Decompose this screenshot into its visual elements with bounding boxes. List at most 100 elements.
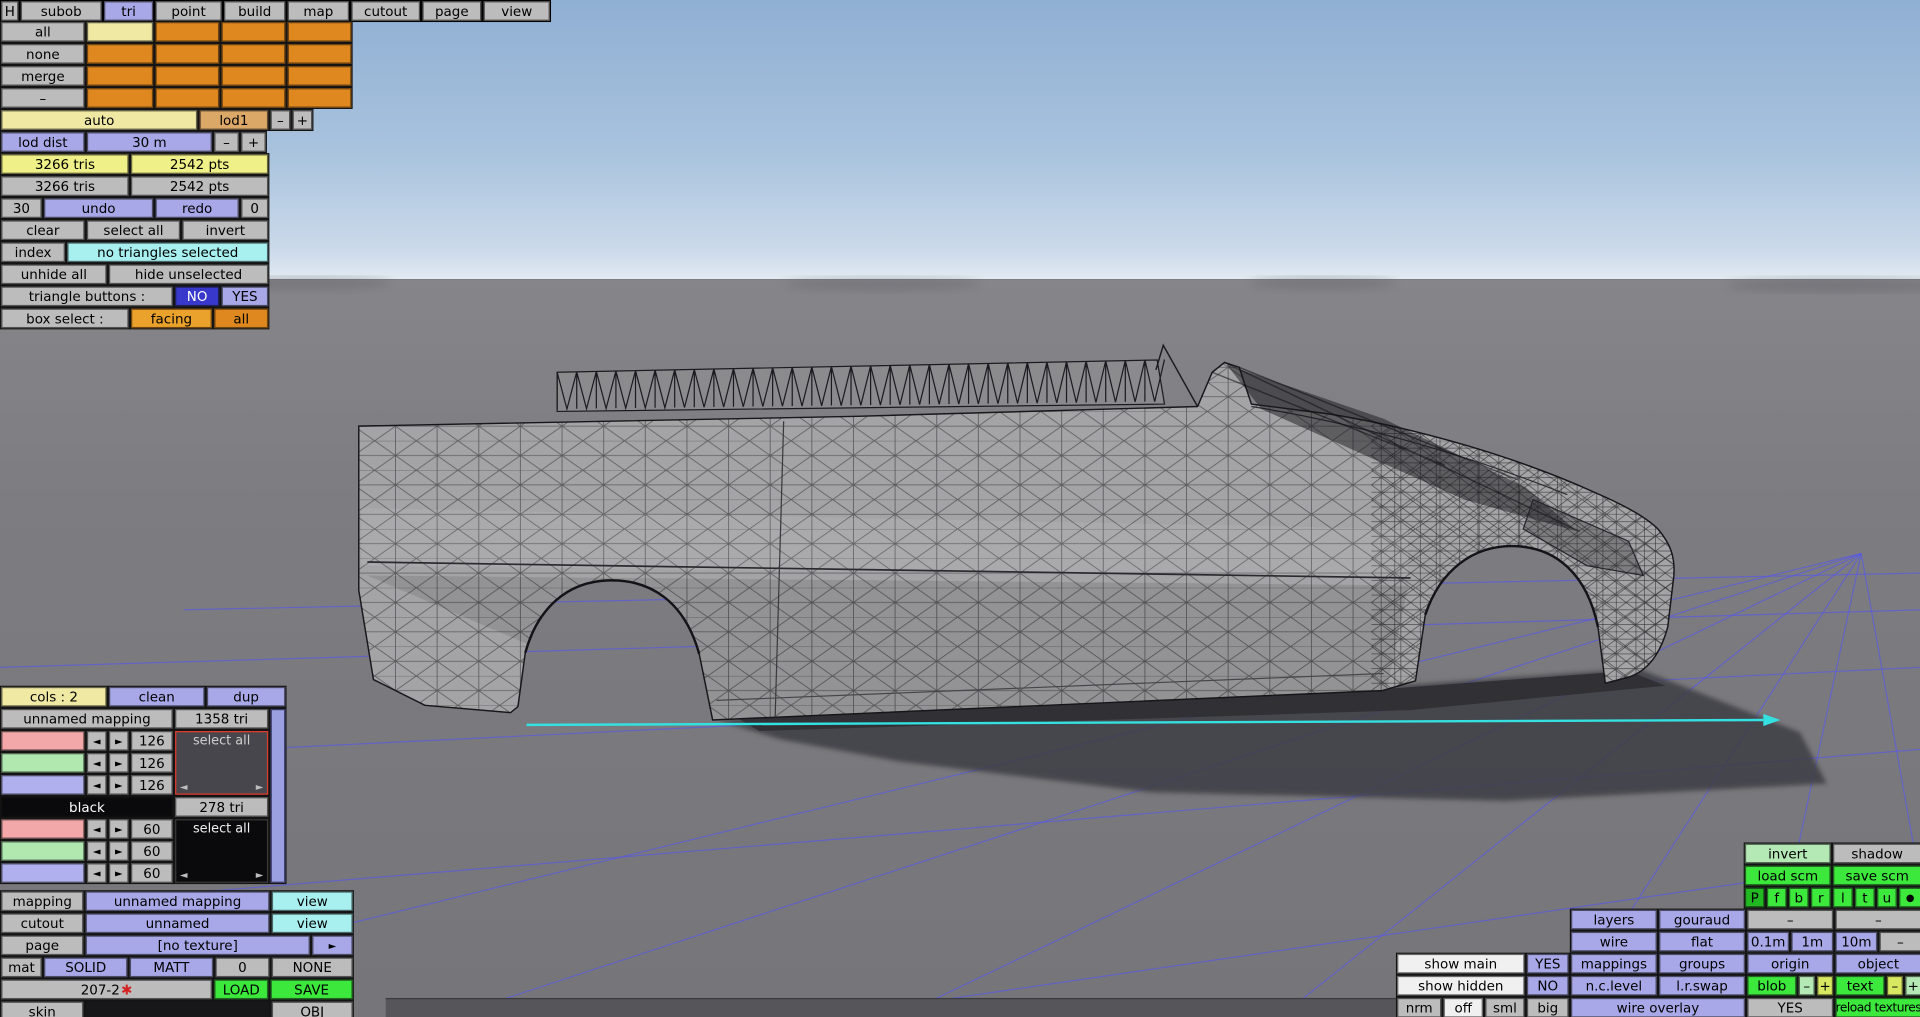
subobject-cell[interactable] xyxy=(86,66,154,86)
view-right-button[interactable]: r xyxy=(1811,887,1831,908)
nrm-sml-button[interactable]: sml xyxy=(1485,997,1525,1017)
subobject-cell[interactable] xyxy=(86,88,154,108)
origin-button[interactable]: origin xyxy=(1747,953,1834,974)
blob-plus-button[interactable]: + xyxy=(1817,975,1834,996)
dup-button[interactable]: dup xyxy=(206,686,286,707)
grid-10m-button[interactable]: 10m xyxy=(1835,931,1878,952)
subob-all-button[interactable]: all xyxy=(1,22,85,42)
show-hidden-toggle[interactable]: NO xyxy=(1526,975,1569,996)
redo-button[interactable]: redo xyxy=(155,198,239,218)
subobject-cell[interactable] xyxy=(155,88,220,108)
blob-button[interactable]: blob xyxy=(1747,975,1797,996)
text-button[interactable]: text xyxy=(1835,975,1885,996)
show-main-toggle[interactable]: YES xyxy=(1526,953,1569,974)
lod-dist-value[interactable]: 30 m xyxy=(86,132,212,152)
nrm-off-button[interactable]: off xyxy=(1443,997,1483,1017)
channel-color-swatch[interactable] xyxy=(1,731,85,751)
file-name-field[interactable]: 207-2 ✱ xyxy=(1,979,212,1000)
channel-decrement-button[interactable]: ◄ xyxy=(86,863,107,883)
subobject-cell[interactable] xyxy=(287,22,352,42)
index-button[interactable]: index xyxy=(1,242,65,263)
unhide-all-button[interactable]: unhide all xyxy=(1,264,107,285)
box-select-all[interactable]: all xyxy=(214,308,269,329)
channel-increment-button[interactable]: ► xyxy=(108,863,129,883)
mapping-group-name[interactable]: unnamed mapping xyxy=(1,708,173,729)
mapping-group-name[interactable]: black xyxy=(1,797,173,817)
shadow-button[interactable]: shadow xyxy=(1833,843,1920,864)
channel-color-swatch[interactable] xyxy=(1,819,85,839)
save-button[interactable]: SAVE xyxy=(270,979,353,1000)
page-next-button[interactable]: ► xyxy=(312,935,353,956)
menu-tab-subob[interactable]: subob xyxy=(20,1,102,21)
page-value-button[interactable]: [no texture] xyxy=(85,935,310,956)
nrm-big-button[interactable]: big xyxy=(1526,997,1569,1017)
cols-button[interactable]: cols : 2 xyxy=(1,686,107,707)
invert-shading-button[interactable]: invert xyxy=(1744,843,1831,864)
subobject-cell[interactable] xyxy=(155,66,220,86)
lod-minus-button[interactable]: – xyxy=(270,110,291,130)
channel-color-swatch[interactable] xyxy=(1,753,85,773)
channel-color-swatch[interactable] xyxy=(1,863,85,883)
menu-tab-build[interactable]: build xyxy=(224,1,286,21)
subobject-cell[interactable] xyxy=(287,44,352,64)
mat-solid-button[interactable]: SOLID xyxy=(44,957,128,978)
lod-auto-button[interactable]: auto xyxy=(1,110,198,130)
subobject-cell[interactable] xyxy=(86,44,154,64)
subobject-cell[interactable] xyxy=(287,88,352,108)
group-select-all-button[interactable]: select all ◄ ► xyxy=(175,819,269,883)
triangle-buttons-no[interactable]: NO xyxy=(175,286,220,307)
clear-button[interactable]: clear xyxy=(1,220,85,241)
viewport-3d[interactable] xyxy=(0,0,1920,1017)
subobject-cell-selected[interactable] xyxy=(86,22,154,42)
menu-tab-view[interactable]: view xyxy=(483,1,550,21)
reload-textures-button[interactable]: reload textures xyxy=(1835,997,1920,1017)
subob-merge-button[interactable]: merge xyxy=(1,66,85,86)
wire-overlay-toggle[interactable]: YES xyxy=(1747,997,1834,1017)
subobject-cell[interactable] xyxy=(221,44,286,64)
subobject-cell[interactable] xyxy=(221,66,286,86)
subobject-cell[interactable] xyxy=(221,22,286,42)
object-button[interactable]: object xyxy=(1835,953,1920,974)
lod-plus-button[interactable]: + xyxy=(292,110,313,130)
mapping-value-button[interactable]: unnamed mapping xyxy=(85,891,270,912)
lod-dist-plus-button[interactable]: + xyxy=(241,132,266,152)
mapping-scrollbar[interactable] xyxy=(270,708,286,883)
skin-button[interactable]: skin xyxy=(1,1001,84,1017)
cutout-view-button[interactable]: view xyxy=(271,913,353,934)
view-top-button[interactable]: t xyxy=(1855,887,1875,908)
channel-increment-button[interactable]: ► xyxy=(108,731,129,751)
layers-button[interactable]: layers xyxy=(1571,909,1657,930)
channel-color-swatch[interactable] xyxy=(1,775,85,795)
channel-decrement-button[interactable]: ◄ xyxy=(86,731,107,751)
lod-dist-minus-button[interactable]: – xyxy=(214,132,239,152)
channel-decrement-button[interactable]: ◄ xyxy=(86,819,107,839)
view-perspective-button[interactable]: P xyxy=(1744,887,1765,908)
menu-h-button[interactable]: H xyxy=(1,1,19,21)
lod-level-button[interactable]: lod1 xyxy=(199,110,269,130)
wire-overlay-button[interactable]: wire overlay xyxy=(1571,997,1745,1017)
mat-none-button[interactable]: NONE xyxy=(271,957,353,978)
text-minus-button[interactable]: – xyxy=(1886,975,1903,996)
grid-dash-button[interactable]: – xyxy=(1879,931,1920,952)
load-button[interactable]: LOAD xyxy=(214,979,269,1000)
lr-swap-button[interactable]: l.r.swap xyxy=(1659,975,1745,996)
menu-tab-cutout[interactable]: cutout xyxy=(351,1,421,21)
view-back-button[interactable]: b xyxy=(1788,887,1809,908)
channel-decrement-button[interactable]: ◄ xyxy=(86,775,107,795)
view-dot-button[interactable]: ● xyxy=(1899,887,1920,908)
gouraud-button[interactable]: gouraud xyxy=(1659,909,1745,930)
channel-increment-button[interactable]: ► xyxy=(108,841,129,861)
invert-button[interactable]: invert xyxy=(182,220,269,241)
blob-minus-button[interactable]: – xyxy=(1798,975,1815,996)
group-next-icon[interactable]: ► xyxy=(256,781,264,792)
text-plus-button[interactable]: + xyxy=(1905,975,1920,996)
hide-unselected-button[interactable]: hide unselected xyxy=(108,264,269,285)
view-under-button[interactable]: u xyxy=(1877,887,1897,908)
channel-increment-button[interactable]: ► xyxy=(108,819,129,839)
cutout-value-button[interactable]: unnamed xyxy=(85,913,270,934)
channel-decrement-button[interactable]: ◄ xyxy=(86,753,107,773)
gouraud-dash-button[interactable]: – xyxy=(1835,909,1920,930)
triangle-buttons-yes[interactable]: YES xyxy=(221,286,269,307)
subobject-cell[interactable] xyxy=(155,22,220,42)
mapping-view-button[interactable]: view xyxy=(271,891,353,912)
